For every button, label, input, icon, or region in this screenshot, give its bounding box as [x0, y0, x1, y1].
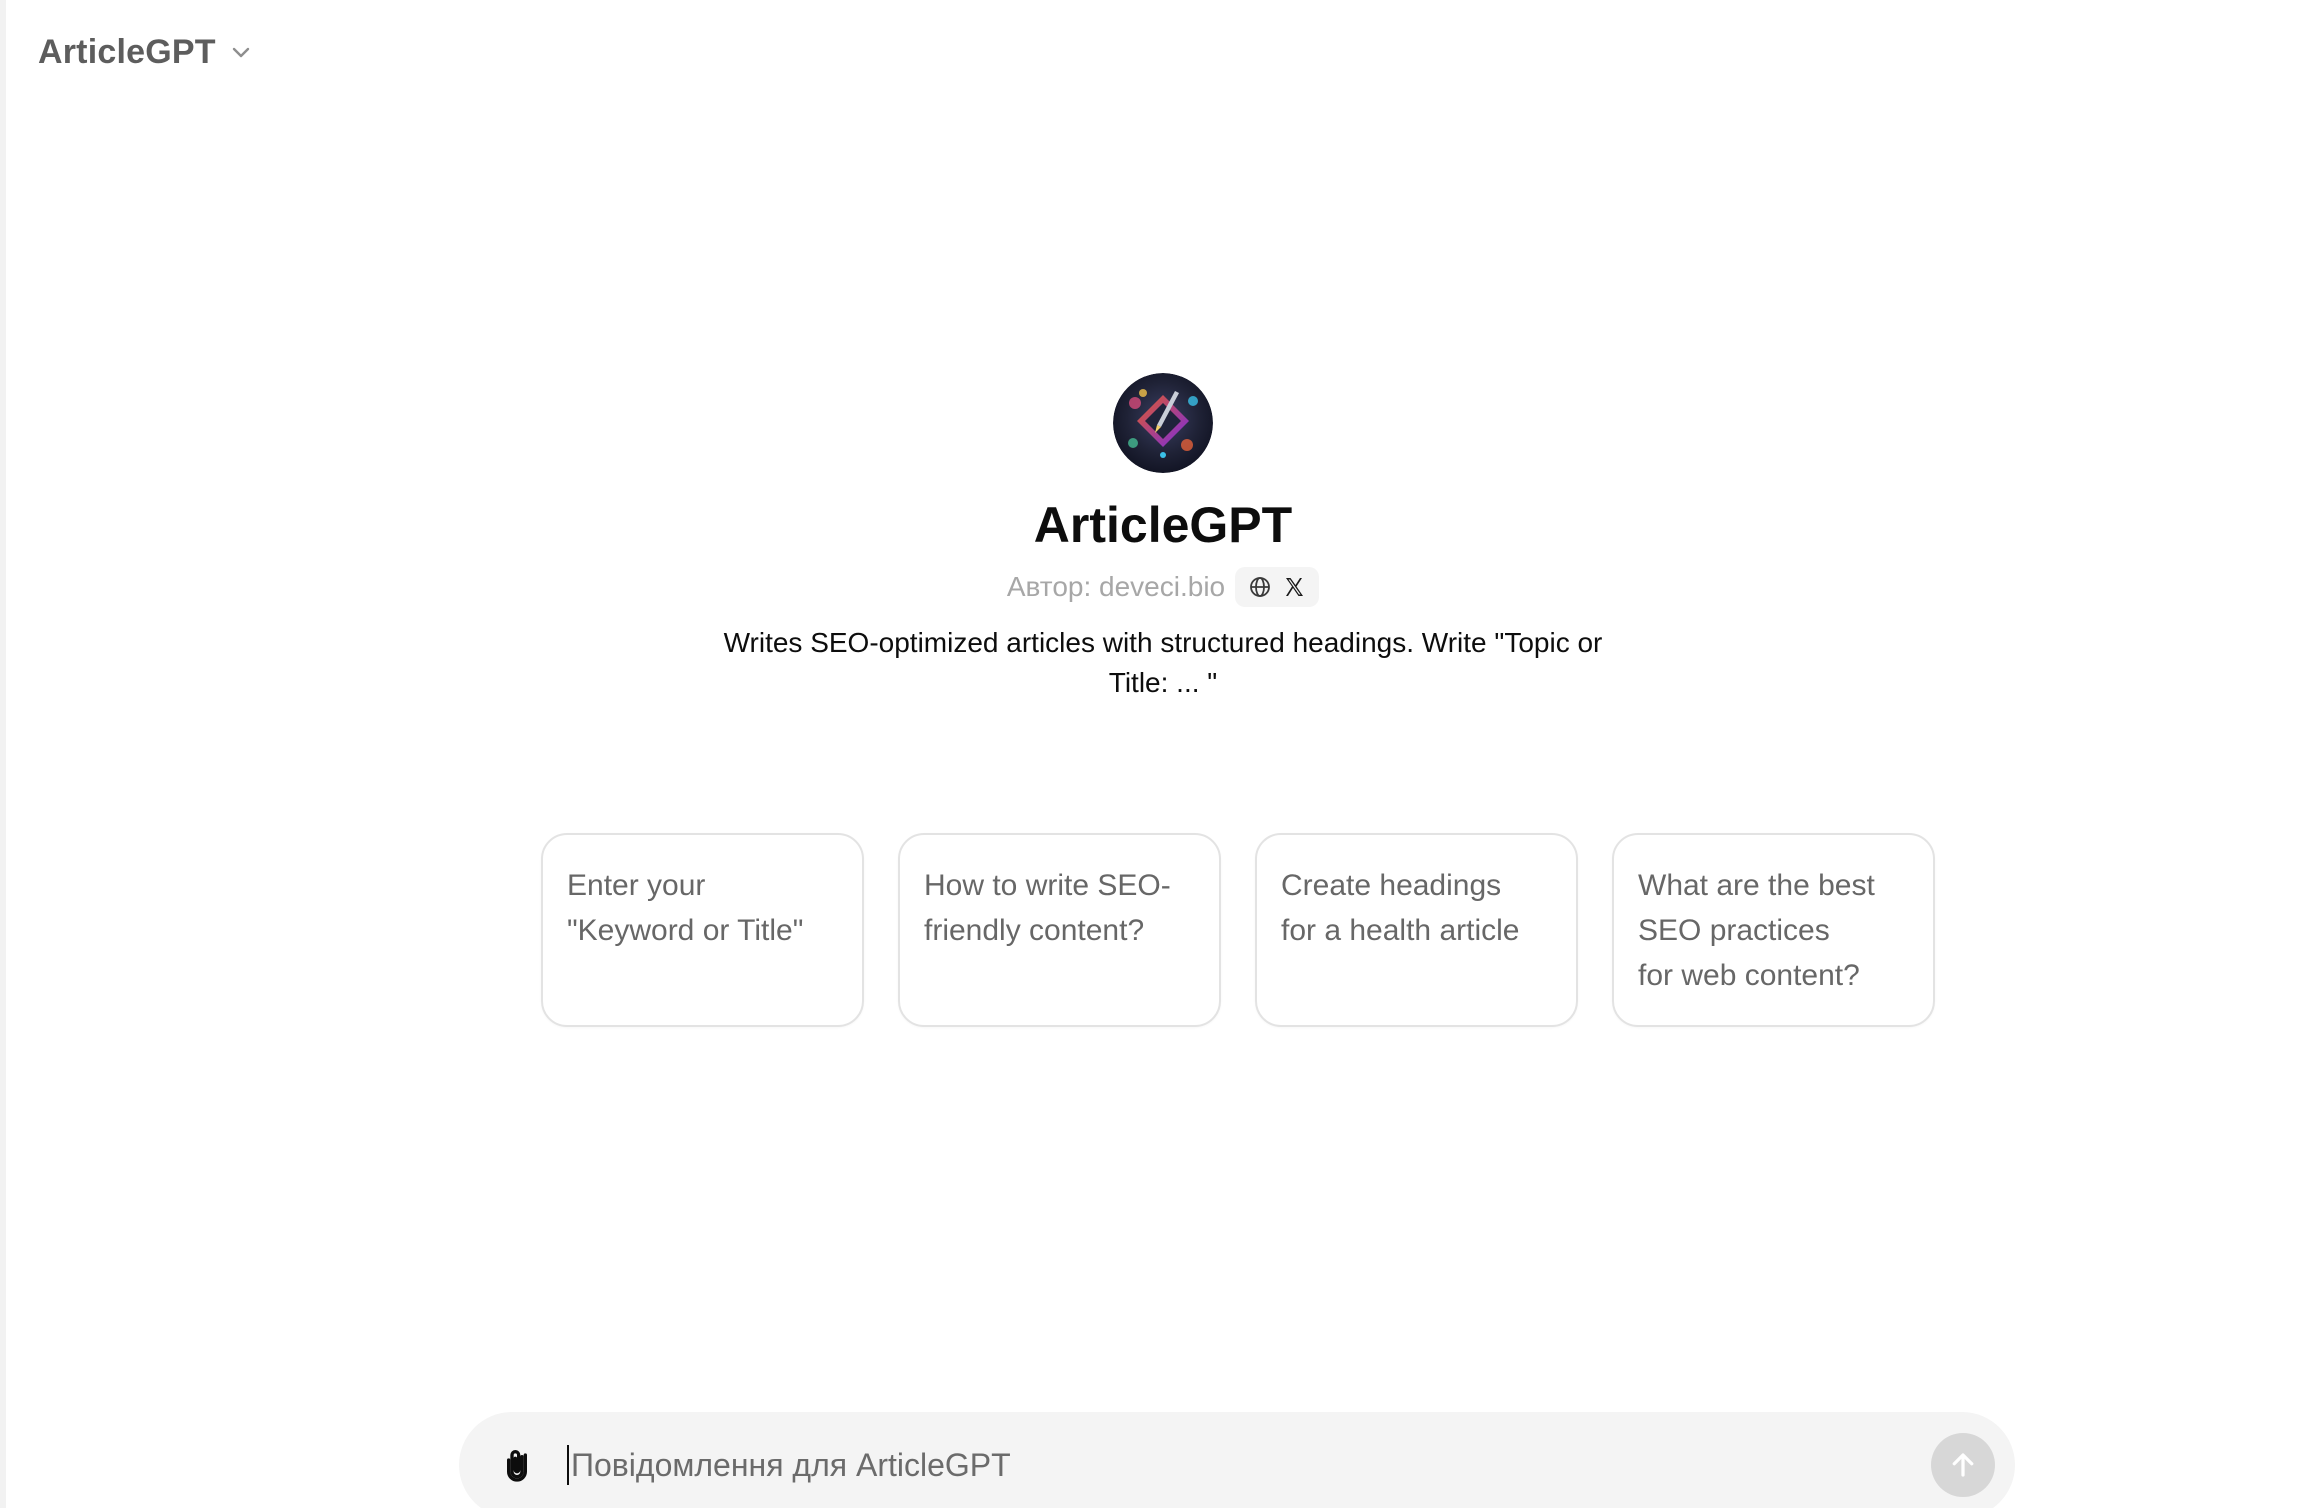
app-root: ArticleGPT ArticleGPT Автор: deveci.bio …	[0, 0, 2320, 1508]
gpt-description: Writes SEO-optimized articles with struc…	[723, 627, 1603, 698]
send-button[interactable]	[1931, 1433, 1995, 1497]
suggestion-line: What are the best	[1638, 869, 1875, 902]
suggestion-line: How to write SEO-	[924, 869, 1171, 902]
message-input[interactable]	[567, 1445, 1931, 1485]
suggestion-card[interactable]: How to write SEO- friendly content?	[898, 833, 1221, 1027]
paperclip-icon[interactable]	[495, 1443, 539, 1487]
author-label: Автор: deveci.bio	[1006, 571, 1226, 602]
message-composer	[459, 1412, 2015, 1508]
globe-icon[interactable]	[1247, 574, 1273, 600]
suggestion-line: for web content?	[1638, 959, 1860, 992]
x-logo-icon[interactable]	[1281, 574, 1307, 600]
gpt-intro: ArticleGPT Автор: deveci.bio Writes SEO-…	[6, 373, 2320, 703]
suggestion-line: Enter your	[567, 869, 706, 902]
social-links	[1235, 567, 1320, 607]
arrow-up-icon	[1952, 1453, 1974, 1477]
model-selector-label: ArticleGPT	[38, 32, 216, 71]
gpt-avatar	[1113, 373, 1213, 473]
suggestion-line: for a health article	[1281, 914, 1520, 947]
suggestion-line: SEO practices	[1638, 914, 1830, 947]
suggestion-card[interactable]: Enter your "Keyword or Title"	[541, 833, 864, 1027]
suggestion-card[interactable]: What are the best SEO practices for web …	[1612, 833, 1935, 1027]
author-row: Автор: deveci.bio	[1006, 567, 1320, 607]
suggestion-card[interactable]: Create headings for a health article	[1255, 833, 1578, 1027]
suggestion-cards: Enter your "Keyword or Title" How to wri…	[541, 833, 1935, 1027]
model-selector[interactable]: ArticleGPT	[30, 24, 260, 80]
suggestion-line: Create headings	[1281, 869, 1502, 902]
chevron-down-icon	[230, 41, 252, 63]
suggestion-line: "Keyword or Title"	[567, 914, 804, 947]
gpt-title: ArticleGPT	[1033, 497, 1293, 553]
suggestion-line: friendly content?	[924, 914, 1145, 947]
